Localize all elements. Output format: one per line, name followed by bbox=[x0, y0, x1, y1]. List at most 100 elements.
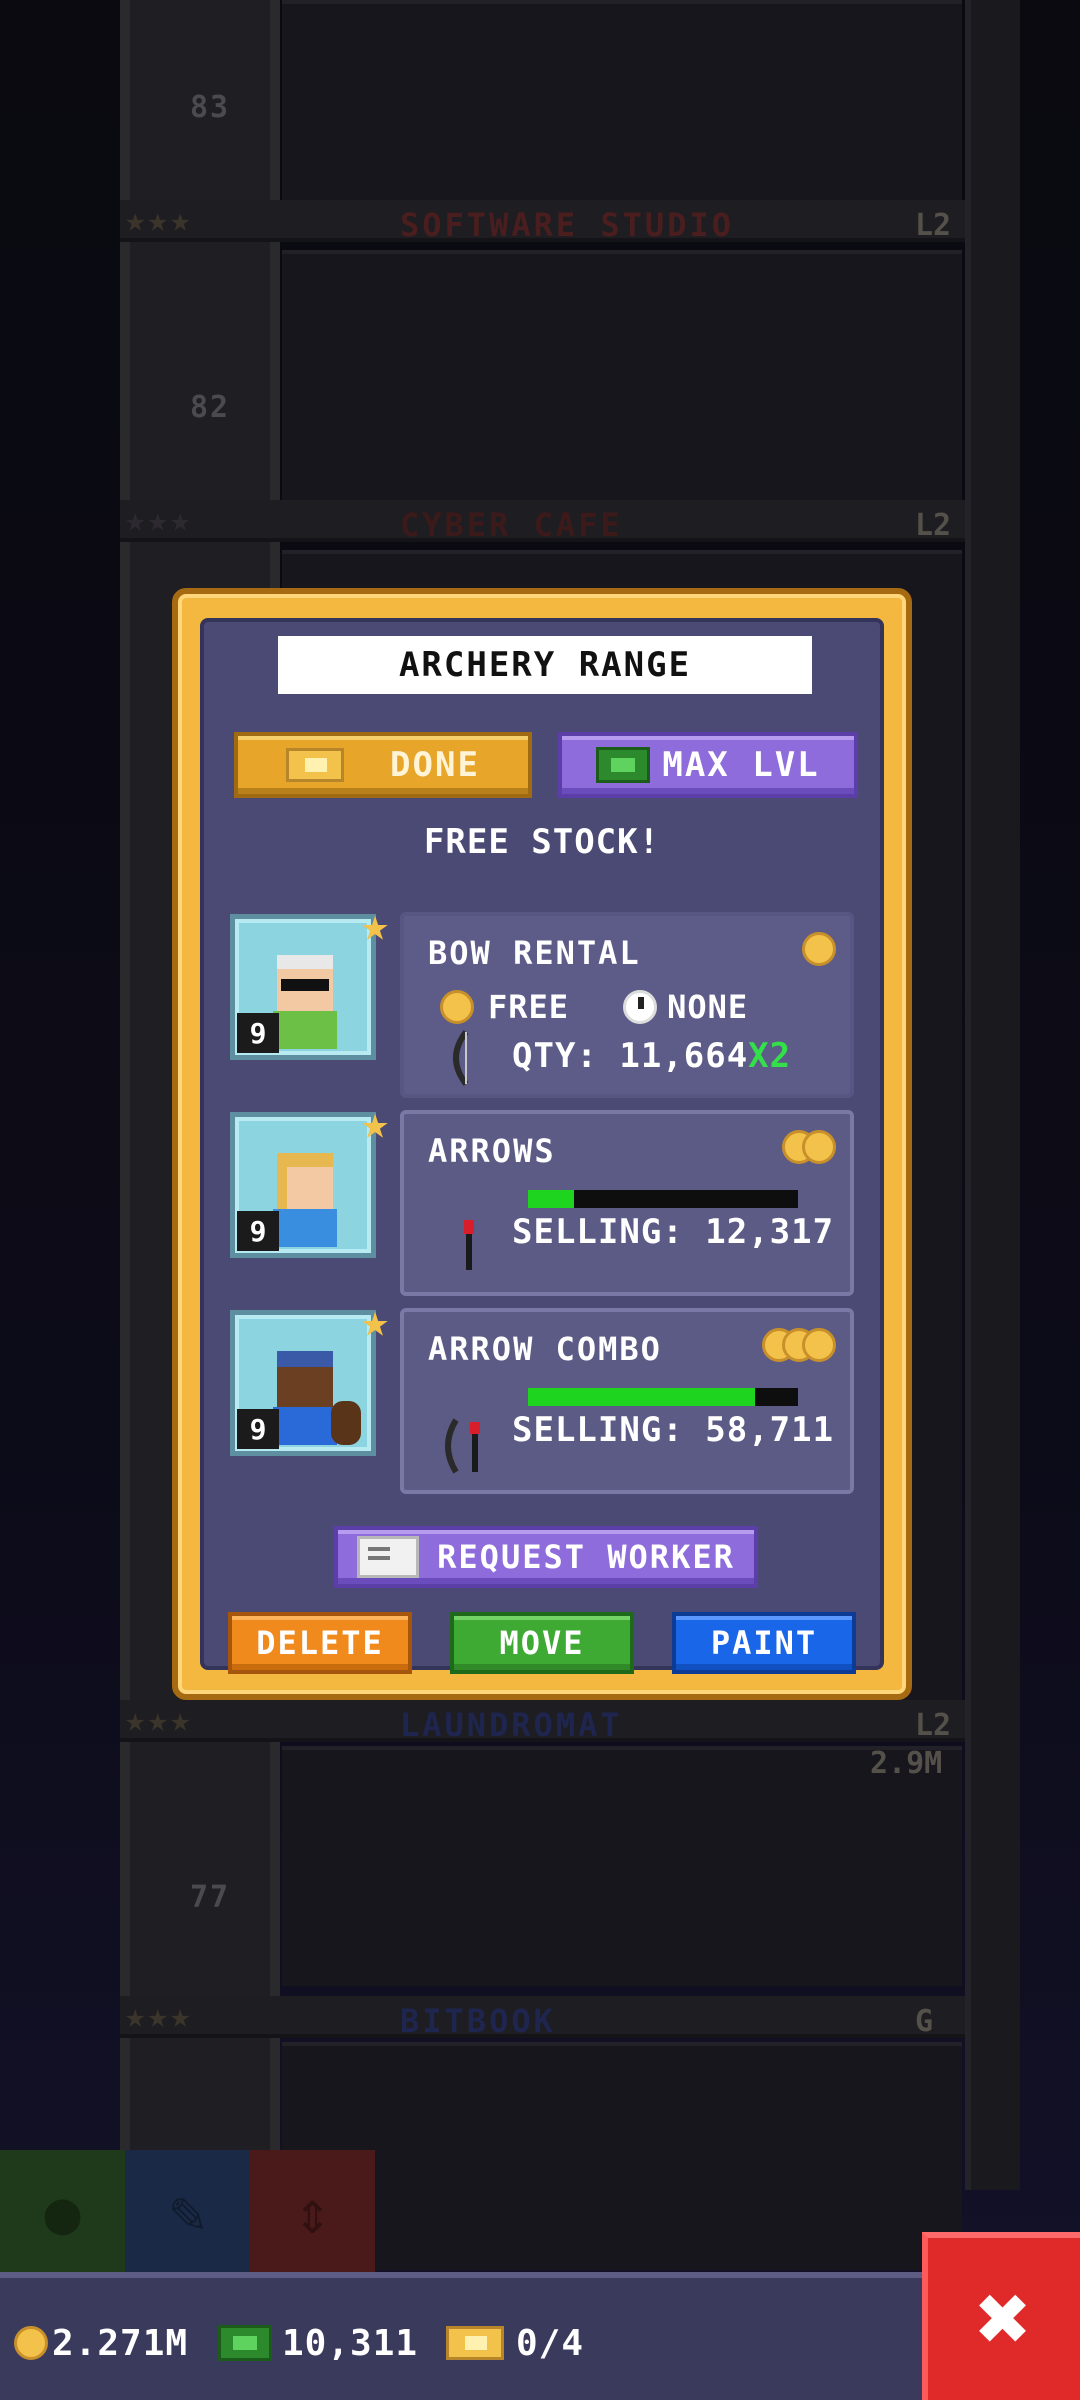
letter-icon bbox=[357, 1536, 420, 1578]
stock-progress-bar bbox=[528, 1388, 798, 1406]
glasses bbox=[281, 979, 329, 991]
floor-level: G bbox=[915, 2004, 934, 2039]
build-floor-button[interactable]: ● bbox=[0, 2150, 125, 2275]
product-tier bbox=[782, 1130, 836, 1164]
bow-icon bbox=[453, 1030, 469, 1086]
arrow-icon bbox=[464, 1220, 474, 1270]
clock-icon bbox=[623, 990, 658, 1024]
product-tier bbox=[802, 932, 836, 966]
product-arrow-combo[interactable]: ARROW COMBO SELLING: 58,711 bbox=[400, 1308, 854, 1494]
product-tier bbox=[762, 1328, 836, 1362]
wrench-icon: ✎ bbox=[169, 2178, 206, 2248]
done-button[interactable]: DONE bbox=[234, 732, 532, 798]
quantity-value: QTY: 11,664 bbox=[512, 1036, 749, 1076]
restock-price: FREE bbox=[488, 988, 570, 1026]
request-worker-label: REQUEST WORKER bbox=[437, 1538, 735, 1576]
product-arrows[interactable]: ARROWS SELLING: 12,317 bbox=[400, 1110, 854, 1296]
worker-slot-3[interactable]: 9 ★ bbox=[230, 1293, 389, 1456]
floor-stars: ★★★ bbox=[125, 1996, 193, 2036]
floor-name: SOFTWARE STUDIO bbox=[400, 206, 734, 244]
selling-count: SELLING: 12,317 bbox=[512, 1212, 835, 1252]
floor-level: L2 bbox=[915, 508, 952, 543]
bux-icon bbox=[218, 2325, 272, 2361]
coins-icon: ● bbox=[44, 2178, 81, 2248]
coin-icon bbox=[802, 932, 836, 966]
floor-level: L2 bbox=[915, 208, 952, 243]
worker-level: 9 bbox=[237, 1409, 279, 1449]
golden-ticket-icon bbox=[286, 748, 345, 782]
floor-name: CYBER CAFE bbox=[400, 506, 623, 544]
worker-body bbox=[273, 1407, 337, 1445]
coin-icon bbox=[802, 1328, 836, 1362]
product-bow-rental[interactable]: BOW RENTAL FREE NONE QTY: 11,664X2 bbox=[400, 912, 854, 1098]
floor-info-dialog: ARCHERY RANGE DONE MAX LVL FREE STOCK! 9… bbox=[172, 588, 912, 1700]
max-level-button[interactable]: MAX LVL bbox=[558, 732, 858, 798]
star-icon: ★ bbox=[361, 1293, 389, 1347]
floor-stars: ★★★ bbox=[125, 500, 193, 540]
coin-icon bbox=[440, 990, 474, 1024]
close-button[interactable]: ✖ bbox=[922, 2232, 1080, 2400]
product-name: ARROW COMBO bbox=[428, 1330, 662, 1368]
floor-level: L2 bbox=[915, 1708, 952, 1743]
coins-counter[interactable]: 2.271M bbox=[14, 2318, 188, 2368]
elevator-button[interactable]: ⇕ bbox=[250, 2150, 375, 2275]
worker-slot-1[interactable]: 9 ★ bbox=[230, 897, 389, 1060]
floor-name: BITBOOK bbox=[400, 2002, 556, 2040]
floor-number: 82 bbox=[189, 390, 231, 425]
product-name: ARROWS bbox=[428, 1132, 556, 1170]
tools-button[interactable]: ✎ bbox=[125, 2150, 250, 2275]
worker-level: 9 bbox=[237, 1211, 279, 1251]
coins-value: 2.271M bbox=[52, 2322, 189, 2364]
beaver-pet bbox=[331, 1401, 361, 1445]
worker-slot-2[interactable]: 9 ★ bbox=[230, 1095, 389, 1258]
floor-room[interactable] bbox=[282, 1746, 962, 1986]
floor-room[interactable] bbox=[282, 0, 962, 200]
golden-ticket-icon bbox=[446, 2326, 504, 2360]
stock-progress-fill bbox=[528, 1388, 755, 1406]
worker-level: 9 bbox=[237, 1013, 279, 1053]
coin-icon bbox=[14, 2326, 48, 2360]
floor-room[interactable] bbox=[282, 250, 962, 500]
worker-avatar bbox=[277, 1153, 333, 1209]
worker-body bbox=[273, 1011, 337, 1049]
delete-button[interactable]: DELETE bbox=[228, 1612, 412, 1674]
floor-number: 83 bbox=[189, 90, 231, 125]
dialog-panel: ARCHERY RANGE DONE MAX LVL FREE STOCK! 9… bbox=[200, 618, 884, 1674]
close-icon: ✖ bbox=[976, 2265, 1032, 2372]
move-button[interactable]: MOVE bbox=[450, 1612, 634, 1674]
worker-avatar bbox=[277, 1351, 333, 1407]
product-name: BOW RENTAL bbox=[428, 934, 641, 972]
star-icon: ★ bbox=[361, 1095, 389, 1149]
floor-number: 77 bbox=[189, 1880, 231, 1915]
tickets-counter[interactable]: 0/4 bbox=[446, 2318, 584, 2368]
floor-stars: ★★★ bbox=[125, 200, 193, 240]
worker-body bbox=[273, 1209, 337, 1247]
tickets-value: 0/4 bbox=[516, 2322, 585, 2364]
coin-icon bbox=[802, 1130, 836, 1164]
quantity-bonus: X2 bbox=[748, 1036, 792, 1076]
bux-icon bbox=[596, 747, 651, 783]
currency-bar: 2.271M 10,311 0/4 bbox=[0, 2272, 1080, 2400]
restock-info: FREE NONE bbox=[440, 988, 748, 1026]
stock-progress-bar bbox=[528, 1190, 798, 1208]
up-down-arrows-icon: ⇕ bbox=[294, 2178, 331, 2248]
bux-value: 10,311 bbox=[282, 2322, 419, 2364]
star-icon: ★ bbox=[361, 897, 389, 951]
floor-title: ARCHERY RANGE bbox=[278, 636, 812, 694]
selling-count: SELLING: 58,711 bbox=[512, 1410, 835, 1450]
floor-stars: ★★★ bbox=[125, 1700, 193, 1740]
restock-time: NONE bbox=[667, 988, 749, 1026]
floor-room[interactable] bbox=[282, 2042, 962, 2270]
done-label: DONE bbox=[390, 745, 480, 785]
stock-progress-fill bbox=[528, 1190, 574, 1208]
product-quantity: QTY: 11,664X2 bbox=[512, 1036, 791, 1076]
request-worker-button[interactable]: REQUEST WORKER bbox=[334, 1526, 758, 1588]
paint-button[interactable]: PAINT bbox=[672, 1612, 856, 1674]
max-level-label: MAX LVL bbox=[662, 745, 820, 785]
free-stock-label: FREE STOCK! bbox=[423, 822, 661, 862]
bow-and-arrow-icon bbox=[445, 1418, 480, 1474]
tower-right-wall bbox=[965, 0, 1020, 2190]
floor-name: LAUNDROMAT bbox=[400, 1706, 623, 1744]
bux-counter[interactable]: 10,311 bbox=[218, 2318, 418, 2368]
floor-money: 2.9M bbox=[870, 1746, 943, 1781]
